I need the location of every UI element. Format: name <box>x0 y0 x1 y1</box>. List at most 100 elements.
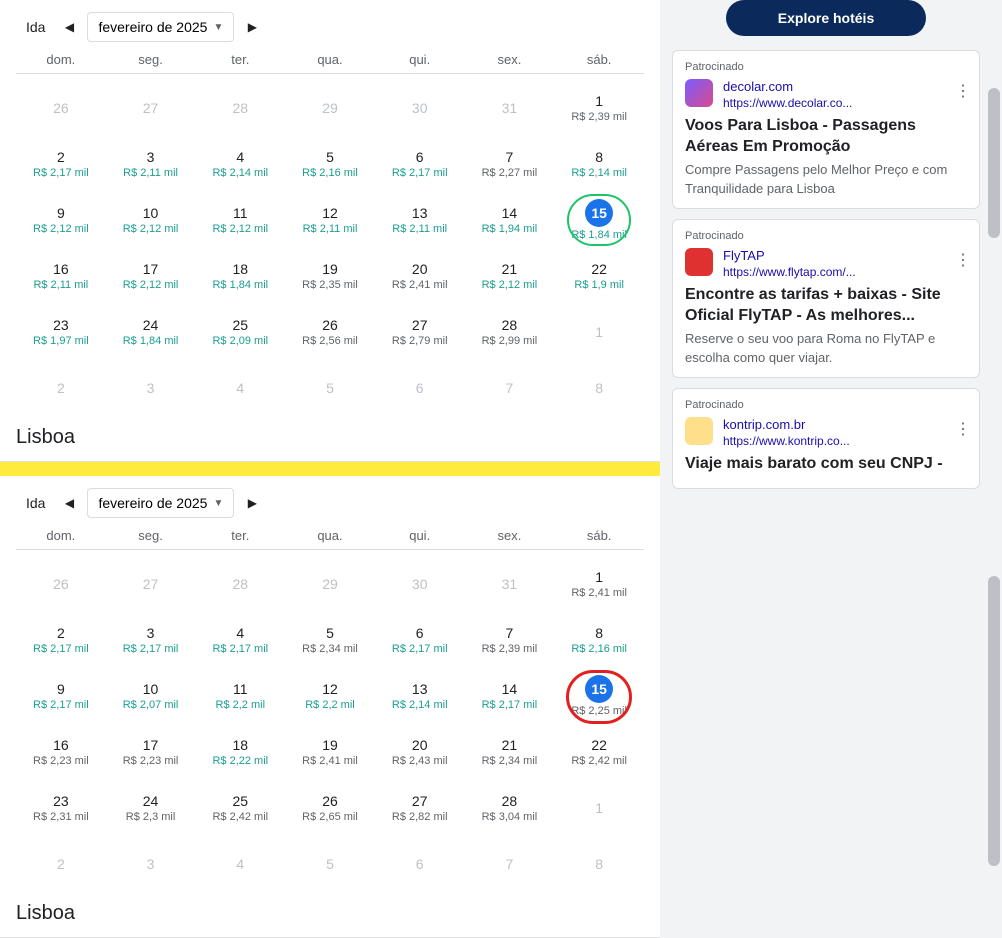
ad-card[interactable]: Patrocinadokontrip.com.brhttps://www.kon… <box>672 388 980 490</box>
calendar-day[interactable]: 31 <box>465 556 555 612</box>
calendar-day[interactable]: 17R$ 2,12 mil <box>106 248 196 304</box>
calendar-day[interactable]: 1 <box>554 780 644 836</box>
calendar-day[interactable]: 27 <box>106 556 196 612</box>
calendar-day[interactable]: 29 <box>285 556 375 612</box>
calendar-day[interactable]: 4R$ 2,17 mil <box>195 612 285 668</box>
ad-more-icon[interactable]: ⋮ <box>955 250 971 270</box>
calendar-day[interactable]: 13R$ 2,11 mil <box>375 192 465 248</box>
calendar-day[interactable]: 27 <box>106 80 196 136</box>
calendar-day[interactable]: 24R$ 2,3 mil <box>106 780 196 836</box>
calendar-day[interactable]: 2R$ 2,17 mil <box>16 136 106 192</box>
calendar-day[interactable]: 3 <box>106 360 196 416</box>
calendar-day[interactable]: 22R$ 2,42 mil <box>554 724 644 780</box>
calendar-day[interactable]: 7R$ 2,39 mil <box>465 612 555 668</box>
calendar-day[interactable]: 7 <box>465 360 555 416</box>
calendar-day[interactable]: 3 <box>106 836 196 892</box>
calendar-day[interactable]: 2 <box>16 360 106 416</box>
calendar-day[interactable]: 15R$ 1,84 mil <box>554 192 644 248</box>
calendar-day[interactable]: 27R$ 2,79 mil <box>375 304 465 360</box>
calendar-day[interactable]: 14R$ 2,17 mil <box>465 668 555 724</box>
explore-hotels-button[interactable]: Explore hotéis <box>726 0 926 36</box>
calendar-day[interactable]: 5R$ 2,16 mil <box>285 136 375 192</box>
calendar-day[interactable]: 5R$ 2,34 mil <box>285 612 375 668</box>
calendar-day[interactable]: 25R$ 2,42 mil <box>195 780 285 836</box>
calendar-day[interactable]: 26 <box>16 556 106 612</box>
calendar-day[interactable]: 13R$ 2,14 mil <box>375 668 465 724</box>
calendar-day[interactable]: 25R$ 2,09 mil <box>195 304 285 360</box>
scrollbar-thumb-inner[interactable] <box>988 576 1000 866</box>
calendar-day[interactable]: 11R$ 2,12 mil <box>195 192 285 248</box>
calendar-day[interactable]: 12R$ 2,2 mil <box>285 668 375 724</box>
calendar-day[interactable]: 2R$ 2,17 mil <box>16 612 106 668</box>
ad-more-icon[interactable]: ⋮ <box>955 81 971 101</box>
month-selector[interactable]: fevereiro de 2025 ▼ <box>87 488 234 518</box>
calendar-day[interactable]: 8 <box>554 836 644 892</box>
calendar-day[interactable]: 7 <box>465 836 555 892</box>
calendar-day[interactable]: 7R$ 2,27 mil <box>465 136 555 192</box>
calendar-day[interactable]: 28 <box>195 556 285 612</box>
calendar-day[interactable]: 6R$ 2,17 mil <box>375 612 465 668</box>
calendar-day[interactable]: 14R$ 1,94 mil <box>465 192 555 248</box>
scrollbar-thumb[interactable] <box>988 88 1000 238</box>
calendar-day[interactable]: 8 <box>554 360 644 416</box>
calendar-day[interactable]: 3R$ 2,17 mil <box>106 612 196 668</box>
calendar-day[interactable]: 31 <box>465 80 555 136</box>
calendar-day[interactable]: 9R$ 2,17 mil <box>16 668 106 724</box>
calendar-day[interactable]: 19R$ 2,35 mil <box>285 248 375 304</box>
calendar-day[interactable]: 28R$ 2,99 mil <box>465 304 555 360</box>
next-month-button[interactable]: ▶ <box>242 17 262 37</box>
calendar-day[interactable]: 6 <box>375 360 465 416</box>
calendar-day[interactable]: 20R$ 2,41 mil <box>375 248 465 304</box>
calendar-day[interactable]: 22R$ 1,9 mil <box>554 248 644 304</box>
calendar-day[interactable]: 18R$ 1,84 mil <box>195 248 285 304</box>
next-month-button[interactable]: ▶ <box>242 493 262 513</box>
calendar-day[interactable]: 21R$ 2,12 mil <box>465 248 555 304</box>
calendar-day[interactable]: 6 <box>375 836 465 892</box>
calendar-day[interactable]: 3R$ 2,11 mil <box>106 136 196 192</box>
calendar-day[interactable]: 27R$ 2,82 mil <box>375 780 465 836</box>
month-selector[interactable]: fevereiro de 2025 ▼ <box>87 12 234 42</box>
calendar-day[interactable]: 15R$ 2,25 mil <box>554 668 644 724</box>
calendar-day[interactable]: 11R$ 2,2 mil <box>195 668 285 724</box>
calendar-day[interactable]: 23R$ 2,31 mil <box>16 780 106 836</box>
calendar-day[interactable]: 30 <box>375 80 465 136</box>
calendar-day[interactable]: 4R$ 2,14 mil <box>195 136 285 192</box>
calendar-day[interactable]: 9R$ 2,12 mil <box>16 192 106 248</box>
calendar-day[interactable]: 2 <box>16 836 106 892</box>
calendar-day[interactable]: 30 <box>375 556 465 612</box>
calendar-day[interactable]: 23R$ 1,97 mil <box>16 304 106 360</box>
calendar-day[interactable]: 26R$ 2,56 mil <box>285 304 375 360</box>
calendar-day[interactable]: 4 <box>195 360 285 416</box>
ad-more-icon[interactable]: ⋮ <box>955 419 971 439</box>
calendar-day[interactable]: 10R$ 2,12 mil <box>106 192 196 248</box>
calendar-day[interactable]: 1 <box>554 304 644 360</box>
calendar-day[interactable]: 19R$ 2,41 mil <box>285 724 375 780</box>
prev-month-button[interactable]: ◀ <box>59 493 79 513</box>
calendar-day[interactable]: 16R$ 2,11 mil <box>16 248 106 304</box>
calendar-day[interactable]: 26 <box>16 80 106 136</box>
calendar-day[interactable]: 5 <box>285 836 375 892</box>
calendar-day[interactable]: 4 <box>195 836 285 892</box>
calendar-day[interactable]: 5 <box>285 360 375 416</box>
calendar-day[interactable]: 12R$ 2,11 mil <box>285 192 375 248</box>
calendar-day[interactable]: 8R$ 2,14 mil <box>554 136 644 192</box>
calendar-day[interactable]: 21R$ 2,34 mil <box>465 724 555 780</box>
calendar-day[interactable]: 8R$ 2,16 mil <box>554 612 644 668</box>
calendar-day[interactable]: 18R$ 2,22 mil <box>195 724 285 780</box>
calendar-day[interactable]: 28 <box>195 80 285 136</box>
calendar-day[interactable]: 1R$ 2,41 mil <box>554 556 644 612</box>
calendar-day[interactable]: 6R$ 2,17 mil <box>375 136 465 192</box>
day-number: 16 <box>53 261 69 277</box>
calendar-day[interactable]: 1R$ 2,39 mil <box>554 80 644 136</box>
calendar-day[interactable]: 16R$ 2,23 mil <box>16 724 106 780</box>
calendar-day[interactable]: 26R$ 2,65 mil <box>285 780 375 836</box>
prev-month-button[interactable]: ◀ <box>59 17 79 37</box>
calendar-day[interactable]: 28R$ 3,04 mil <box>465 780 555 836</box>
calendar-day[interactable]: 10R$ 2,07 mil <box>106 668 196 724</box>
calendar-day[interactable]: 29 <box>285 80 375 136</box>
calendar-day[interactable]: 17R$ 2,23 mil <box>106 724 196 780</box>
calendar-day[interactable]: 20R$ 2,43 mil <box>375 724 465 780</box>
ad-card[interactable]: PatrocinadoFlyTAPhttps://www.flytap.com/… <box>672 219 980 378</box>
ad-card[interactable]: Patrocinadodecolar.comhttps://www.decola… <box>672 50 980 209</box>
calendar-day[interactable]: 24R$ 1,84 mil <box>106 304 196 360</box>
